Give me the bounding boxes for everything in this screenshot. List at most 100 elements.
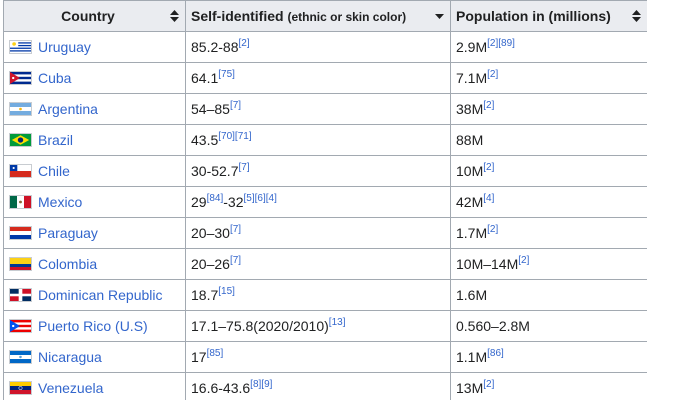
self-identified-citation[interactable]: [85] xyxy=(207,348,224,359)
population-cell: 88M xyxy=(450,124,647,156)
population-citation[interactable]: [2] xyxy=(483,162,494,173)
header-country[interactable]: Country xyxy=(3,0,186,32)
population-cell: 1.1M[86] xyxy=(450,341,647,373)
population-value: 1.6M xyxy=(456,287,488,303)
header-population[interactable]: Population in (millions) xyxy=(450,0,647,32)
population-citation[interactable]: [2] xyxy=(483,379,494,390)
self-identified-citation[interactable]: [84] xyxy=(207,193,224,204)
country-cell: Argentina xyxy=(3,93,186,125)
table-row: Venezuela 16.6-43.6[8][9] 13M[2] xyxy=(3,372,647,400)
self-identified-value: 64.1 xyxy=(191,70,219,86)
population-citation[interactable]: [2] xyxy=(487,69,498,80)
country-link[interactable]: Brazil xyxy=(38,132,73,148)
self-identified-citation[interactable]: [13] xyxy=(329,317,346,328)
self-identified-cell: 16.6-43.6[8][9] xyxy=(185,372,451,400)
venezuela-flag-icon[interactable] xyxy=(9,381,32,395)
population-citation[interactable]: [2][89] xyxy=(487,38,515,49)
dominican-republic-flag-icon[interactable] xyxy=(9,288,32,302)
population-value: 13M xyxy=(456,380,484,396)
country-link[interactable]: Chile xyxy=(38,163,70,179)
header-self-identified-note: (ethnic or skin color) xyxy=(287,10,407,24)
self-identified-citation[interactable]: [7] xyxy=(238,162,249,173)
argentina-flag-icon[interactable] xyxy=(9,102,32,116)
population-value: 1.7M xyxy=(456,225,488,241)
country-link[interactable]: Uruguay xyxy=(38,39,91,55)
uruguay-flag-icon[interactable] xyxy=(9,40,32,54)
self-identified-citation[interactable]: [7] xyxy=(230,224,241,235)
country-link[interactable]: Argentina xyxy=(38,101,98,117)
population-value: 1.1M xyxy=(456,349,488,365)
mexico-flag-icon[interactable] xyxy=(9,195,32,209)
country-cell: Cuba xyxy=(3,62,186,94)
self-identified-citation[interactable]: [70][71] xyxy=(218,131,251,142)
country-link[interactable]: Colombia xyxy=(38,256,97,272)
self-identified-cell: 20–30[7] xyxy=(185,217,451,249)
population-citation[interactable]: [2] xyxy=(483,100,494,111)
self-identified-citation[interactable]: [15] xyxy=(218,286,235,297)
puerto-rico-flag-icon[interactable] xyxy=(9,319,32,333)
self-identified-value: 85.2-88 xyxy=(191,39,239,55)
brazil-flag-icon[interactable] xyxy=(9,133,32,147)
country-cell: Chile xyxy=(3,155,186,187)
country-link[interactable]: Paraguay xyxy=(38,225,98,241)
paraguay-flag-icon[interactable] xyxy=(9,226,32,240)
self-identified-citation[interactable]: [8][9] xyxy=(250,379,272,390)
self-identified-value: 17 xyxy=(191,349,207,365)
header-country-label: Country xyxy=(61,8,115,24)
country-cell: Paraguay xyxy=(3,217,186,249)
population-cell: 38M[2] xyxy=(450,93,647,125)
self-identified-cell: 17[85] xyxy=(185,341,451,373)
self-identified-value: 43.5 xyxy=(191,132,219,148)
header-population-label: Population in (millions) xyxy=(456,8,611,24)
self-identified-citation[interactable]: [75] xyxy=(218,69,235,80)
population-value: 38M xyxy=(456,101,484,117)
country-link[interactable]: Venezuela xyxy=(38,380,103,396)
colombia-flag-icon[interactable] xyxy=(9,257,32,271)
population-citation[interactable]: [2] xyxy=(518,255,529,266)
table-row: Colombia 20–26[7] 10M–14M[2] xyxy=(3,248,647,280)
population-cell: 2.9M[2][89] xyxy=(450,31,647,63)
self-identified-cell: 18.7[15] xyxy=(185,279,451,311)
self-identified-value: 18.7 xyxy=(191,287,219,303)
self-identified-value: -32 xyxy=(223,194,244,210)
table-row: Brazil 43.5[70][71] 88M xyxy=(3,124,647,156)
population-value: 88M xyxy=(456,132,484,148)
table-header-row: Country Self-identified (ethnic or skin … xyxy=(3,0,647,32)
self-identified-citation[interactable]: [7] xyxy=(230,255,241,266)
country-cell: Colombia xyxy=(3,248,186,280)
country-link[interactable]: Mexico xyxy=(38,194,82,210)
country-link[interactable]: Cuba xyxy=(38,70,71,86)
country-cell: Dominican Republic xyxy=(3,279,186,311)
country-cell: Venezuela xyxy=(3,372,186,400)
nicaragua-flag-icon[interactable] xyxy=(9,350,32,364)
table-row: Uruguay 85.2-88[2] 2.9M[2][89] xyxy=(3,31,647,63)
chile-flag-icon[interactable] xyxy=(9,164,32,178)
self-identified-citation[interactable]: [5][6][4] xyxy=(244,193,277,204)
population-citation[interactable]: [86] xyxy=(487,348,504,359)
self-identified-value: 29 xyxy=(191,194,207,210)
table-row: Mexico 29[84]-32[5][6][4] 42M[4] xyxy=(3,186,647,218)
sort-descending-icon[interactable] xyxy=(435,10,444,22)
country-cell: Mexico xyxy=(3,186,186,218)
sort-both-icon[interactable] xyxy=(632,10,641,22)
self-identified-value: 54–85 xyxy=(191,101,230,117)
self-identified-value: 16.6-43.6 xyxy=(191,380,251,396)
self-identified-cell: 30-52.7[7] xyxy=(185,155,451,187)
self-identified-cell: 85.2-88[2] xyxy=(185,31,451,63)
table-row: Nicaragua 17[85] 1.1M[86] xyxy=(3,341,647,373)
population-citation[interactable]: [2] xyxy=(487,224,498,235)
country-cell: Brazil xyxy=(3,124,186,156)
population-citation[interactable]: [4] xyxy=(483,193,494,204)
country-link[interactable]: Puerto Rico (U.S) xyxy=(38,318,148,334)
population-cell: 0.560–2.8M xyxy=(450,310,647,342)
population-value: 10M xyxy=(456,163,484,179)
country-cell: Uruguay xyxy=(3,31,186,63)
self-identified-citation[interactable]: [7] xyxy=(230,100,241,111)
self-identified-citation[interactable]: [2] xyxy=(238,38,249,49)
header-self-identified[interactable]: Self-identified (ethnic or skin color) xyxy=(185,0,451,32)
sort-both-icon[interactable] xyxy=(170,10,179,22)
country-link[interactable]: Dominican Republic xyxy=(38,287,163,303)
country-link[interactable]: Nicaragua xyxy=(38,349,102,365)
population-value: 42M xyxy=(456,194,484,210)
cuba-flag-icon[interactable] xyxy=(9,71,32,85)
